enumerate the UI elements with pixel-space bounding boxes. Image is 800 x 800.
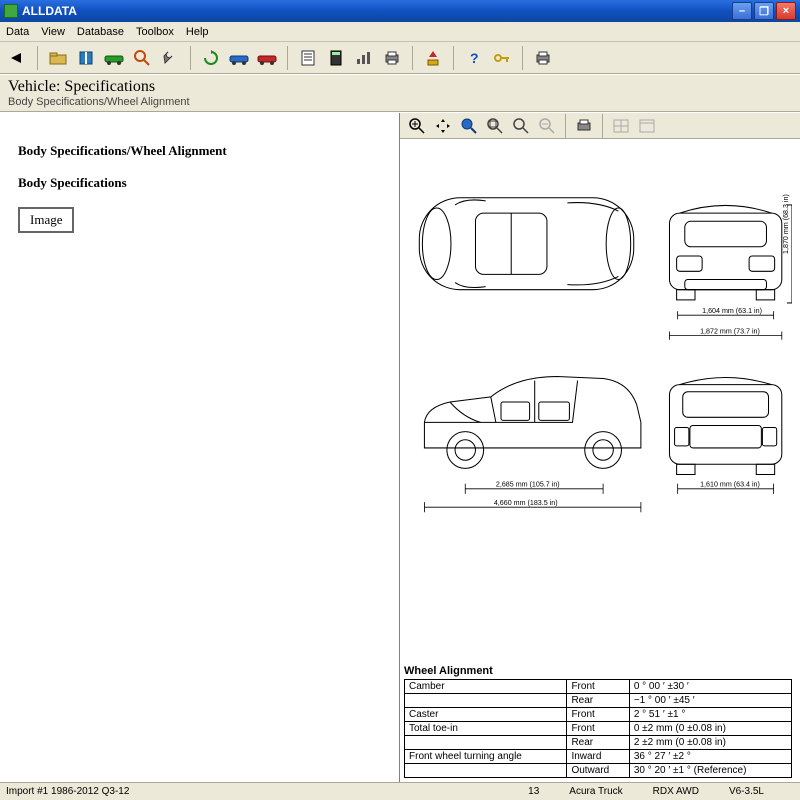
table-row: Outward30 ° 20 ′ ±1 ° (Reference) bbox=[405, 764, 792, 778]
grid-icon[interactable] bbox=[610, 115, 632, 137]
right-pane: 1,870 mm (68.3 in) 1,604 mm (63.1 in) 1,… bbox=[400, 113, 800, 782]
wrench-icon[interactable] bbox=[159, 47, 181, 69]
close-button[interactable]: × bbox=[776, 2, 796, 20]
table-row: CamberFront0 ° 00 ′ ±30 ′ bbox=[405, 680, 792, 694]
pan-icon[interactable] bbox=[432, 115, 454, 137]
table-row: Front wheel turning angleInward36 ° 27 ′… bbox=[405, 750, 792, 764]
wheel-alignment-table: CamberFront0 ° 00 ′ ±30 ′ Rear−1 ° 00 ′ … bbox=[404, 679, 792, 778]
menubar: Data View Database Toolbox Help bbox=[0, 22, 800, 42]
app-icon bbox=[4, 4, 18, 18]
svg-text:?: ? bbox=[470, 50, 479, 66]
status-import: Import #1 1986-2012 Q3-12 bbox=[6, 786, 159, 797]
car-red-icon[interactable] bbox=[256, 47, 278, 69]
table-row: Total toe-inFront0 ±2 mm (0 ±0.08 in) bbox=[405, 722, 792, 736]
chart-icon[interactable] bbox=[353, 47, 375, 69]
page-header: Vehicle: Specifications Body Specificati… bbox=[0, 74, 800, 112]
main-toolbar: ? bbox=[0, 42, 800, 74]
diagram-container: 1,870 mm (68.3 in) 1,604 mm (63.1 in) 1,… bbox=[400, 139, 800, 782]
upload-icon[interactable] bbox=[422, 47, 444, 69]
menu-database[interactable]: Database bbox=[77, 26, 124, 38]
page-title: Vehicle: Specifications bbox=[8, 78, 792, 96]
help-icon[interactable]: ? bbox=[463, 47, 485, 69]
refresh-icon[interactable] bbox=[200, 47, 222, 69]
dim-overall-width: 1,870 mm (68.3 in) bbox=[782, 194, 790, 254]
note-icon[interactable] bbox=[297, 47, 319, 69]
image-button[interactable]: Image bbox=[18, 207, 74, 233]
status-model: RDX AWD bbox=[653, 786, 729, 797]
book-icon[interactable] bbox=[75, 47, 97, 69]
status-model-id: 13 bbox=[528, 786, 569, 797]
dim-track-rear: 1,872 mm (73.7 in) bbox=[700, 328, 760, 336]
wheel-alignment-title: Wheel Alignment bbox=[404, 665, 792, 677]
left-subheading: Body Specifications bbox=[18, 175, 381, 191]
image-toolbar bbox=[400, 113, 800, 139]
dim-overall-length: 4,660 mm (183.5 in) bbox=[494, 499, 558, 507]
dim-track-front: 1,604 mm (63.1 in) bbox=[702, 307, 762, 315]
folder-icon[interactable] bbox=[47, 47, 69, 69]
dim-wheelbase: 2,685 mm (105.7 in) bbox=[496, 481, 560, 489]
calculator-icon[interactable] bbox=[325, 47, 347, 69]
zoom-region-icon[interactable] bbox=[458, 115, 480, 137]
zoom-out-icon[interactable] bbox=[536, 115, 558, 137]
menu-view[interactable]: View bbox=[41, 26, 65, 38]
minimize-button[interactable]: – bbox=[732, 2, 752, 20]
titlebar: ALLDATA – ❐ × bbox=[0, 0, 800, 22]
window-icon[interactable] bbox=[636, 115, 658, 137]
menu-data[interactable]: Data bbox=[6, 26, 29, 38]
left-pane: Body Specifications/Wheel Alignment Body… bbox=[0, 113, 400, 782]
vehicle-select-icon[interactable] bbox=[103, 47, 125, 69]
zoom-in-icon[interactable] bbox=[406, 115, 428, 137]
key-icon[interactable] bbox=[491, 47, 513, 69]
zoom-fit-icon[interactable] bbox=[484, 115, 506, 137]
left-heading: Body Specifications/Wheel Alignment bbox=[18, 143, 381, 159]
status-make: Acura Truck bbox=[569, 786, 652, 797]
table-row: Rear2 ±2 mm (0 ±0.08 in) bbox=[405, 736, 792, 750]
maximize-button[interactable]: ❐ bbox=[754, 2, 774, 20]
status-engine: V6-3.5L bbox=[729, 786, 794, 797]
quick-find-icon[interactable] bbox=[131, 47, 153, 69]
window-title: ALLDATA bbox=[22, 4, 732, 18]
car-blue-icon[interactable] bbox=[228, 47, 250, 69]
print-image-icon[interactable] bbox=[573, 115, 595, 137]
table-row: Rear−1 ° 00 ′ ±45 ′ bbox=[405, 694, 792, 708]
vehicle-diagram: 1,870 mm (68.3 in) 1,604 mm (63.1 in) 1,… bbox=[404, 143, 792, 661]
dim-rear-track: 1,610 mm (63.4 in) bbox=[700, 481, 760, 489]
back-button[interactable] bbox=[6, 47, 28, 69]
wheel-alignment-section: Wheel Alignment CamberFront0 ° 00 ′ ±30 … bbox=[404, 665, 792, 778]
content-split: Body Specifications/Wheel Alignment Body… bbox=[0, 112, 800, 782]
zoom-100-icon[interactable] bbox=[510, 115, 532, 137]
table-row: CasterFront2 ° 51 ′ ±1 ° bbox=[405, 708, 792, 722]
breadcrumb: Body Specifications/Wheel Alignment bbox=[8, 96, 792, 108]
menu-toolbox[interactable]: Toolbox bbox=[136, 26, 174, 38]
menu-help[interactable]: Help bbox=[186, 26, 209, 38]
statusbar: Import #1 1986-2012 Q3-12 13 Acura Truck… bbox=[0, 782, 800, 800]
print-icon[interactable] bbox=[381, 47, 403, 69]
print2-icon[interactable] bbox=[532, 47, 554, 69]
